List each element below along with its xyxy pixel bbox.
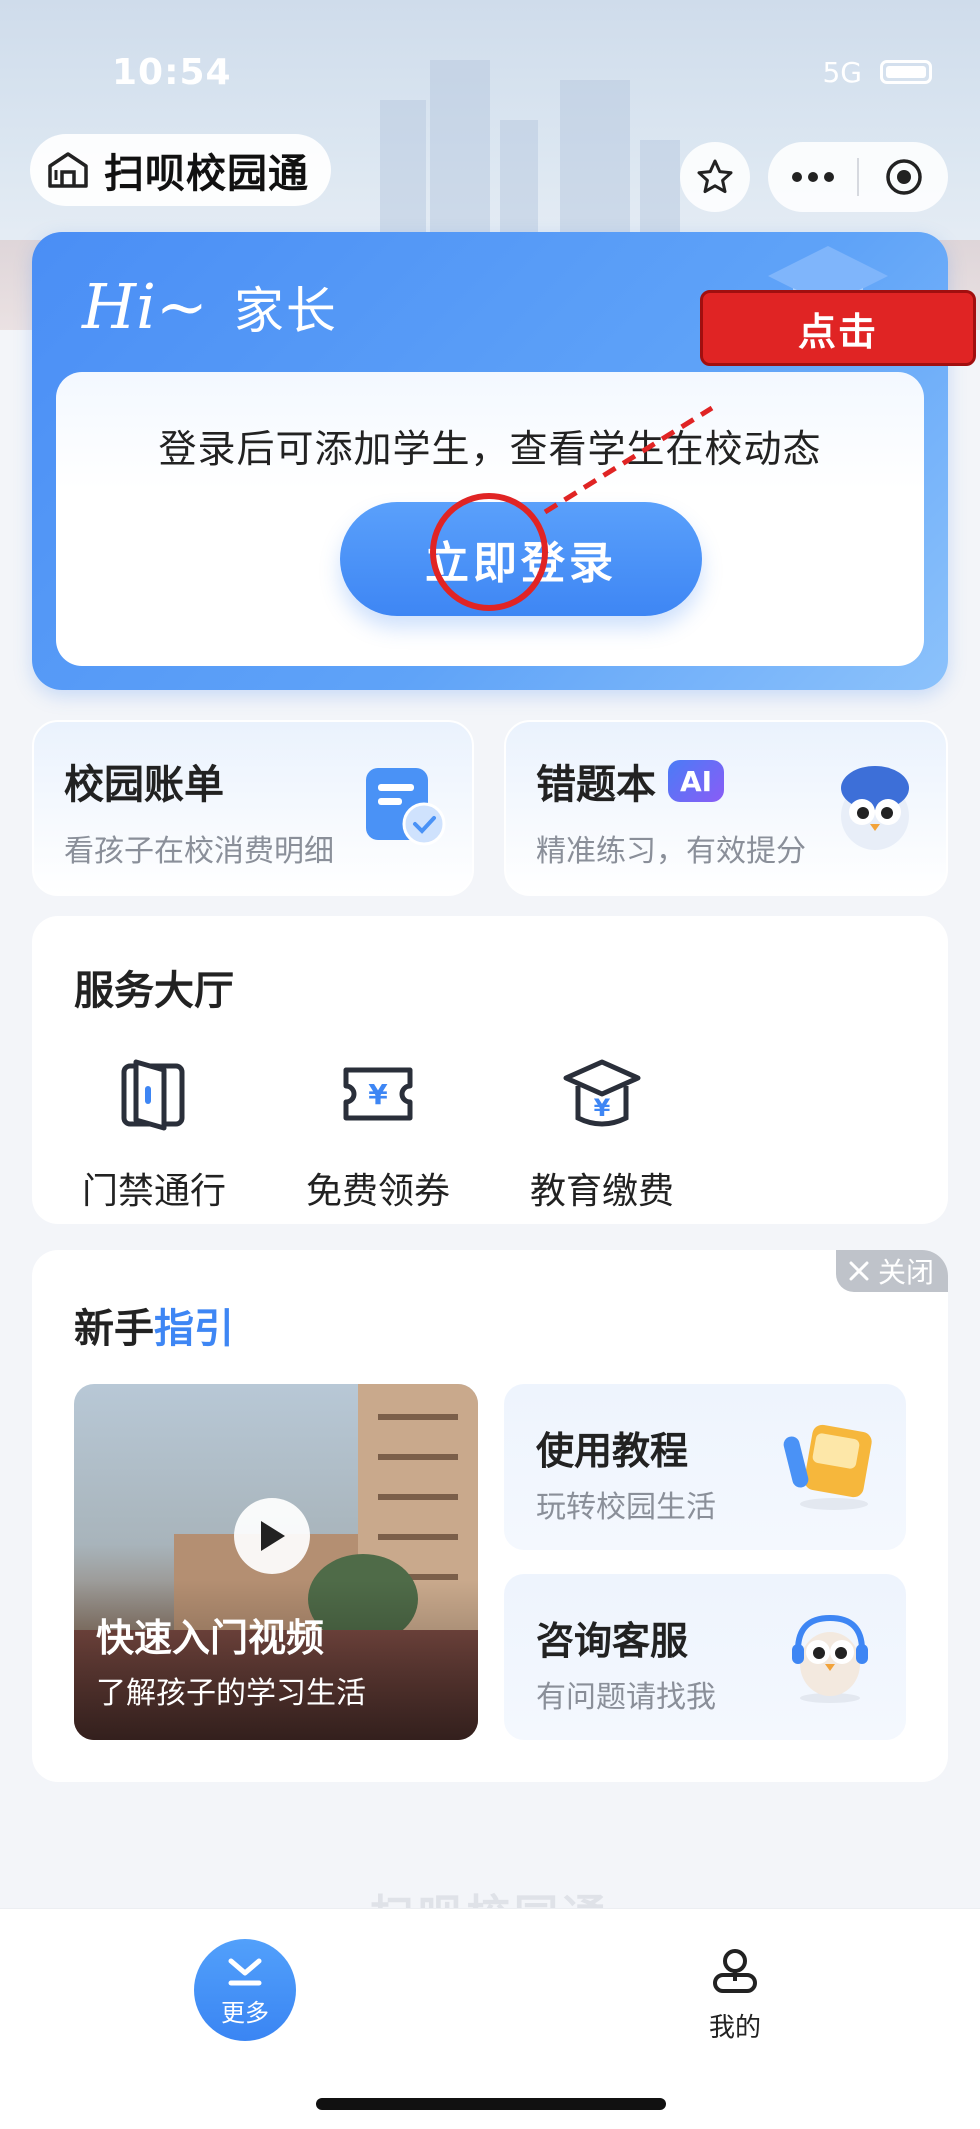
customer-service-subtitle: 有问题请找我 [536, 1680, 716, 1715]
annotation-click-label: 点击 [700, 290, 976, 366]
login-button[interactable]: 立即登录 [340, 502, 702, 616]
error-book-title: 错题本 [536, 762, 656, 808]
status-time: 10:54 [112, 52, 232, 93]
play-icon [261, 1521, 285, 1551]
door-icon [121, 1059, 185, 1131]
guide-title-prefix: 新手 [74, 1306, 154, 1352]
status-bar: 10:54 5G [0, 52, 980, 93]
guide-title-accent: 指引 [154, 1306, 234, 1352]
campus-bill-subtitle: 看孩子在校消费明细 [64, 834, 334, 869]
tab-bar: 更多 我的 [0, 1908, 980, 2129]
error-book-card[interactable]: 错题本 AI 精准练习，有效提分 [504, 720, 948, 896]
graduation-cap-icon: ¥ [563, 1059, 641, 1127]
chevron-down-icon [228, 1958, 262, 1986]
favorite-button[interactable] [680, 142, 750, 212]
home-indicator [316, 2098, 666, 2110]
service-item-access[interactable]: 门禁通行 [54, 1052, 254, 1214]
play-button[interactable] [234, 1498, 310, 1574]
service-item-coupon[interactable]: ¥ 免费领券 [278, 1052, 478, 1214]
campus-bill-card[interactable]: 校园账单 看孩子在校消费明细 [32, 720, 474, 896]
tutorial-title: 使用教程 [536, 1429, 689, 1473]
login-description: 登录后可添加学生，查看学生在校动态 [158, 427, 822, 471]
battery-icon [880, 60, 932, 84]
error-book-subtitle: 精准练习，有效提分 [536, 834, 806, 869]
bill-icon [366, 768, 446, 846]
login-panel: 登录后可添加学生，查看学生在校动态 立即登录 [56, 372, 924, 666]
mini-program-capsule [768, 142, 948, 212]
close-program-button[interactable] [859, 142, 948, 212]
customer-service-card[interactable]: 咨询客服 有问题请找我 [504, 1574, 906, 1740]
owl-headset-icon [792, 1614, 868, 1703]
tutorial-book-icon [783, 1424, 872, 1510]
service-label-tuition: 教育缴费 [529, 1171, 674, 1212]
ellipsis-icon [791, 172, 834, 182]
service-hall-panel: 服务大厅 门禁通行 ¥ 免费领券 ¥ 教育缴费 [32, 916, 948, 1224]
greeting-role: 家长 [233, 282, 338, 340]
customer-service-title: 咨询客服 [536, 1619, 689, 1663]
owl-mascot-icon [841, 766, 909, 850]
user-icon [713, 1949, 757, 1993]
coupon-icon: ¥ [343, 1067, 413, 1121]
intro-video-card[interactable]: 快速入门视频 了解孩子的学习生活 [74, 1384, 478, 1740]
close-icon [849, 1261, 869, 1281]
tab-mine-label: 我的 [708, 2013, 761, 2043]
tab-mine[interactable]: 我的 [690, 1945, 780, 2044]
guide-title: 新手指引 [74, 1296, 234, 1354]
service-item-tuition[interactable]: ¥ 教育缴费 [502, 1052, 702, 1214]
tutorial-subtitle: 玩转校园生活 [536, 1490, 716, 1525]
app-title-pill[interactable]: 扫呗校园通 [30, 134, 331, 206]
svg-text:¥: ¥ [368, 1078, 388, 1111]
guide-close-button[interactable]: 关闭 [835, 1250, 948, 1292]
service-label-access: 门禁通行 [81, 1171, 226, 1212]
tutorial-card[interactable]: 使用教程 玩转校园生活 [504, 1384, 906, 1550]
service-hall-title: 服务大厅 [74, 968, 234, 1014]
app-title: 扫呗校园通 [104, 151, 309, 197]
tab-more-label: 更多 [221, 1999, 269, 2027]
video-title: 快速入门视频 [96, 1616, 325, 1660]
svg-text:¥: ¥ [594, 1094, 611, 1122]
campus-bill-title: 校园账单 [64, 762, 224, 808]
service-label-coupon: 免费领券 [305, 1171, 450, 1212]
beginner-guide-panel: 关闭 新手指引 快速入门视频 了解孩子的学习生活 使用教程 玩转校园生活 咨询客… [32, 1250, 948, 1782]
tab-more[interactable]: 更多 [194, 1939, 296, 2041]
greeting: Hi~ 家长 [82, 270, 338, 343]
guide-close-label: 关闭 [877, 1256, 934, 1289]
star-icon [697, 159, 733, 194]
school-home-icon [46, 150, 90, 190]
more-menu-button[interactable] [768, 142, 857, 212]
ai-badge: AI [668, 760, 724, 802]
network-indicator: 5G [822, 56, 862, 89]
target-circle-icon [885, 159, 922, 195]
greeting-hi: Hi~ [82, 270, 208, 343]
video-subtitle: 了解孩子的学习生活 [96, 1676, 366, 1711]
